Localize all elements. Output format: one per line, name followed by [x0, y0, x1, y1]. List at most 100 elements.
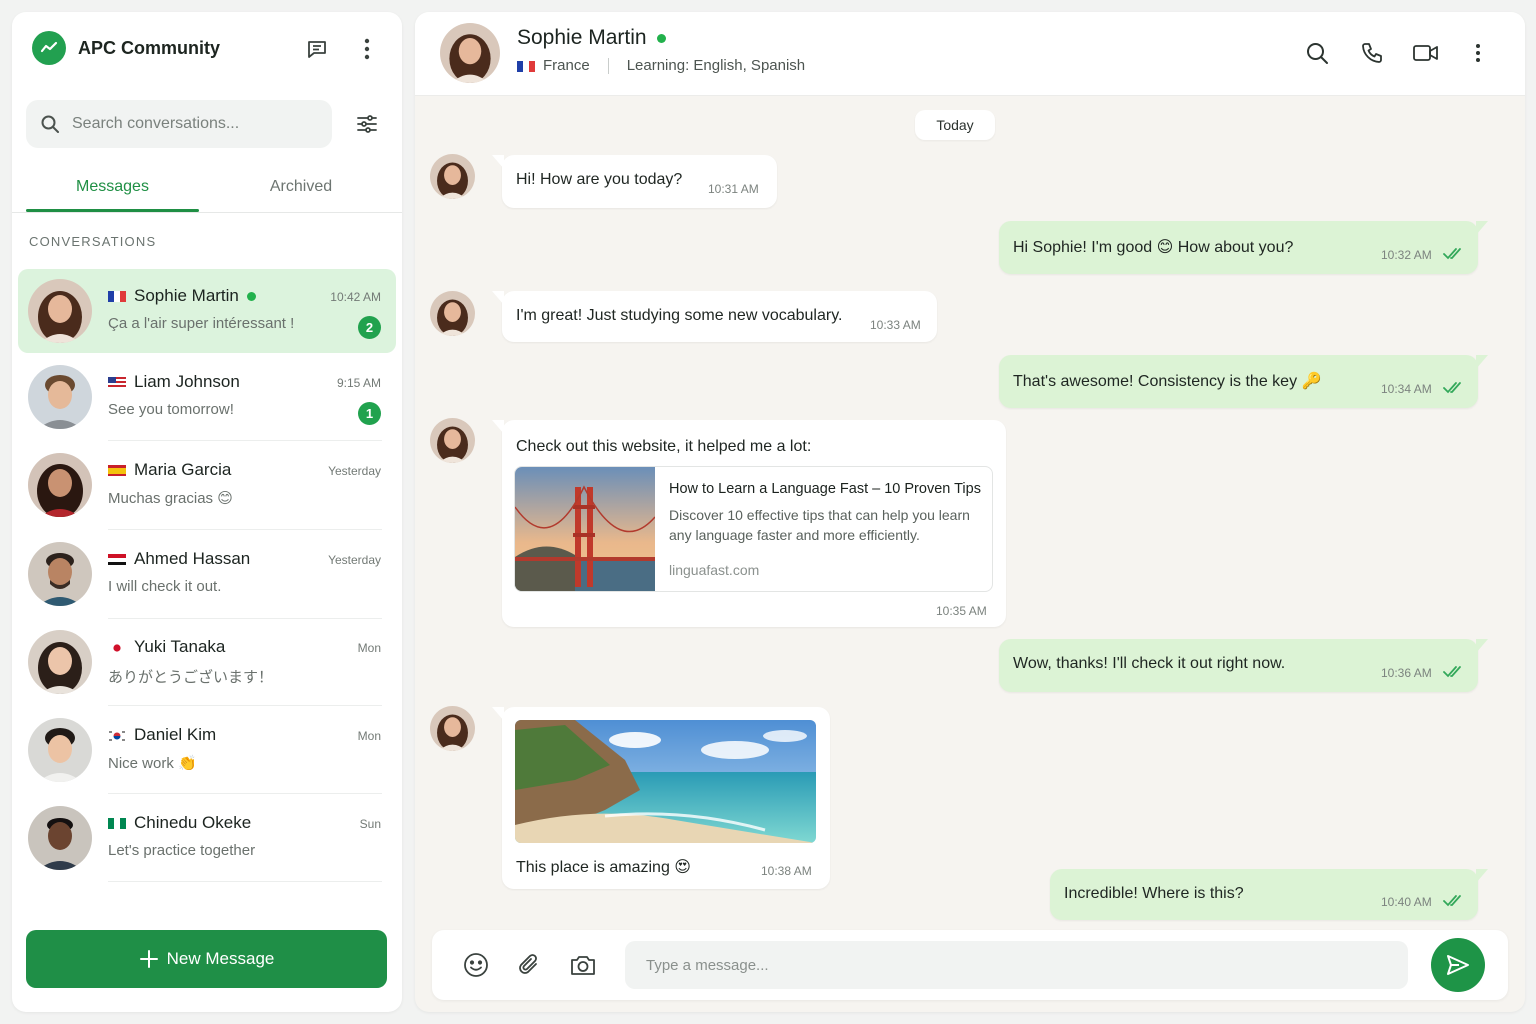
flag-korea-icon — [108, 729, 126, 741]
brand: APC Community — [32, 30, 220, 66]
message-time: 10:38 AM — [761, 864, 812, 878]
message-time: Yesterday — [328, 553, 381, 567]
contact-name: Sophie Martin — [517, 26, 647, 49]
flag-nigeria-icon — [108, 817, 126, 829]
message-bubble-incoming[interactable]: I'm great! Just studying some new vocabu… — [492, 291, 937, 342]
message-time: 10:40 AM — [1381, 895, 1432, 909]
message-bubble-outgoing[interactable]: Hi Sophie! I'm good 😊 How about you? 10:… — [999, 221, 1488, 274]
plus-icon — [139, 950, 158, 968]
video-call-icon[interactable] — [1409, 36, 1443, 70]
contact-name: Chinedu Okeke — [134, 813, 252, 832]
shared-image[interactable] — [515, 720, 816, 843]
key-emoji-icon: 🔑 — [1301, 373, 1322, 390]
message-bubble-incoming[interactable]: Check out this website, it helped me a l… — [492, 420, 1006, 627]
read-receipt-icon — [1443, 895, 1461, 907]
active-tab-indicator — [26, 209, 199, 212]
message-preview: See you tomorrow! — [108, 401, 234, 418]
message-time: 10:35 AM — [936, 604, 987, 618]
message-bubble-outgoing[interactable]: Wow, thanks! I'll check it out right now… — [999, 639, 1488, 692]
link-domain: linguafast.com — [669, 562, 760, 578]
message-time: Mon — [357, 641, 381, 655]
send-button[interactable] — [1431, 938, 1485, 992]
contact-name: Daniel Kim — [134, 725, 217, 744]
message-preview: Let's practice together — [108, 842, 256, 859]
filter-icon[interactable] — [350, 107, 384, 141]
smile-emoji-icon: 😊 — [1156, 239, 1174, 256]
message-preview: ありがとうございます！ — [108, 669, 274, 686]
read-receipt-icon — [1443, 382, 1461, 394]
avatar — [28, 718, 92, 782]
message-preview: Ça a l'air super intéressant ! — [108, 315, 295, 332]
flag-usa-icon — [108, 376, 126, 388]
more-options-icon[interactable] — [1461, 36, 1495, 70]
message-text: I'm great! Just studying some new vocabu… — [516, 307, 843, 324]
contact-name: Ahmed Hassan — [134, 549, 251, 568]
message-time: 10:42 AM — [330, 290, 381, 304]
date-separator: Today — [915, 110, 995, 140]
contact-learning: Learning: English, Spanish — [626, 57, 806, 74]
new-message-label: New Message — [166, 949, 275, 968]
divider — [108, 705, 382, 706]
conversation-item-ahmed-hassan[interactable]: Ahmed Hassan Yesterday I will check it o… — [18, 532, 396, 616]
online-indicator — [246, 291, 256, 301]
tab-archived[interactable]: Archived — [212, 162, 390, 212]
search-icon — [41, 115, 59, 133]
conversation-item-maria-garcia[interactable]: Maria Garcia Yesterday Muchas gracias 😊 — [18, 443, 396, 527]
flag-france-icon — [517, 60, 535, 72]
avatar — [28, 453, 92, 517]
attachment-icon[interactable] — [511, 947, 547, 983]
message-time: 10:33 AM — [870, 318, 921, 332]
contact-country: France — [543, 57, 590, 74]
conversation-item-sophie-martin[interactable]: Sophie Martin 10:42 AM Ça a l'air super … — [18, 269, 396, 353]
more-options-icon[interactable] — [350, 32, 384, 66]
smile-emoji-icon: 😊 — [217, 490, 233, 507]
conversation-item-chinedu-okeke[interactable]: Chinedu Okeke Sun Let's practice togethe… — [18, 796, 396, 880]
message-time: Mon — [357, 729, 381, 743]
online-indicator — [656, 33, 666, 43]
message-preview: Nice work 👏 — [108, 755, 197, 772]
link-preview-image — [515, 467, 655, 591]
message-bubble-outgoing[interactable]: Incredible! Where is this? 10:40 AM — [1050, 869, 1488, 920]
message-time: 10:36 AM — [1381, 666, 1432, 680]
tab-messages[interactable]: Messages — [26, 162, 199, 212]
flag-japan-icon — [108, 641, 126, 653]
clap-emoji-icon: 👏 — [178, 755, 197, 772]
divider — [108, 618, 382, 619]
search-box — [26, 100, 332, 148]
camera-icon[interactable] — [565, 947, 601, 983]
message-preview: I will check it out. — [108, 578, 222, 595]
message-bubble-incoming[interactable]: Hi! How are you today? 10:31 AM — [492, 155, 777, 208]
divider — [108, 529, 382, 530]
search-icon[interactable] — [1300, 36, 1334, 70]
message-preview: Muchas gracias 😊 — [108, 490, 233, 507]
send-icon — [1447, 955, 1469, 975]
message-bubble-incoming[interactable]: This place is amazing 😍 10:38 AM — [492, 707, 830, 889]
contact-avatar[interactable] — [440, 23, 500, 83]
message-time: 10:31 AM — [708, 182, 759, 196]
conversation-item-liam-johnson[interactable]: Liam Johnson 9:15 AM See you tomorrow! 1 — [18, 355, 396, 439]
message-text: Hi Sophie! I'm good 😊 How about you? — [1013, 239, 1294, 256]
avatar — [28, 542, 92, 606]
new-message-button[interactable]: New Message — [26, 930, 387, 988]
message-composer — [432, 930, 1508, 1000]
sender-avatar — [430, 706, 475, 751]
chat-panel: Sophie Martin France Learning: English, … — [415, 12, 1525, 1012]
phone-icon[interactable] — [1355, 36, 1389, 70]
divider — [108, 881, 382, 882]
conversation-item-daniel-kim[interactable]: Daniel Kim Mon Nice work 👏 — [18, 708, 396, 792]
message-bubble-outgoing[interactable]: That's awesome! Consistency is the key 🔑… — [999, 355, 1488, 408]
app-logo-icon — [32, 31, 66, 65]
contact-name: Liam Johnson — [134, 372, 240, 391]
conversation-item-yuki-tanaka[interactable]: Yuki Tanaka Mon ありがとうございます！ — [18, 620, 396, 704]
sender-avatar — [430, 154, 475, 199]
emoji-icon[interactable] — [458, 947, 494, 983]
new-chat-icon[interactable] — [300, 32, 334, 66]
read-receipt-icon — [1443, 248, 1461, 260]
message-input[interactable] — [625, 941, 1408, 989]
link-title: How to Learn a Language Fast – 10 Proven… — [669, 481, 981, 497]
search-input[interactable] — [72, 115, 312, 133]
divider — [108, 793, 382, 794]
message-text: Check out this website, it helped me a l… — [516, 438, 812, 455]
message-text: Wow, thanks! I'll check it out right now… — [1013, 655, 1286, 672]
link-preview-card[interactable]: How to Learn a Language Fast – 10 Proven… — [514, 466, 993, 592]
